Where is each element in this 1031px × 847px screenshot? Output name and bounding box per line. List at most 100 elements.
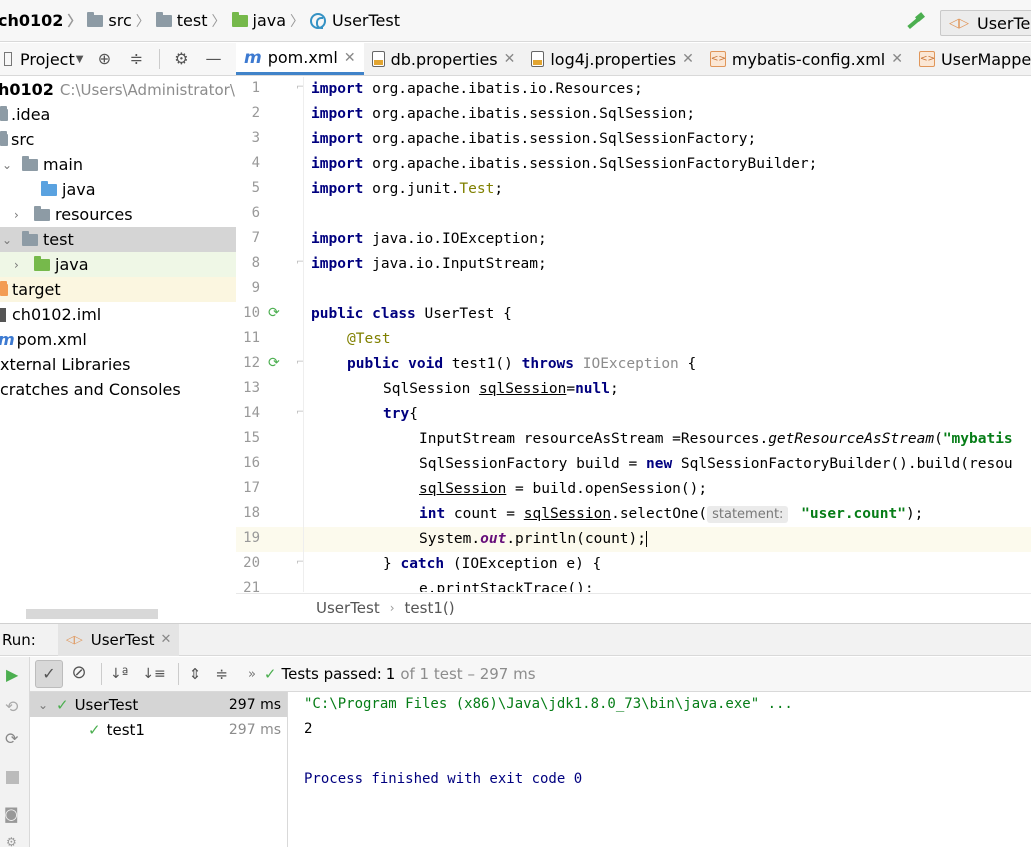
- line-number: 6: [251, 205, 260, 221]
- collapse-all-icon[interactable]: ≑: [127, 50, 145, 68]
- tab-label: log4j.properties: [550, 49, 677, 69]
- rerun-failed-icon[interactable]: ⟲: [5, 697, 18, 716]
- gear-icon[interactable]: ⚙: [172, 50, 190, 68]
- line-number: 11: [243, 330, 260, 346]
- tree-item-scratches[interactable]: cratches and Consoles: [0, 377, 236, 402]
- editor-breadcrumb-class[interactable]: UserTest: [316, 599, 380, 617]
- chevron-down-icon[interactable]: ⌄: [38, 698, 52, 712]
- fold-icon[interactable]: ⌐: [296, 82, 303, 93]
- collapse-all-icon[interactable]: ≑: [215, 665, 228, 683]
- project-view-selector[interactable]: Project: [20, 50, 75, 69]
- code-line: import org.apache.ibatis.session.SqlSess…: [311, 131, 757, 147]
- code-editor[interactable]: import org.apache.ibatis.io.Resources; i…: [304, 77, 1031, 592]
- close-icon[interactable]: ✕: [344, 50, 356, 66]
- line-number: 19: [243, 530, 260, 546]
- code-line: @Test: [347, 331, 391, 347]
- tab-log4j-properties[interactable]: log4j.properties ✕: [523, 43, 701, 75]
- close-icon[interactable]: ✕: [504, 51, 516, 67]
- code-line: import org.apache.ibatis.session.SqlSess…: [311, 156, 818, 172]
- folder-icon: [22, 155, 38, 171]
- tree-item-external-libraries[interactable]: xternal Libraries: [0, 352, 236, 377]
- minimize-icon[interactable]: —: [204, 50, 222, 68]
- tree-item-target[interactable]: target: [0, 277, 236, 302]
- project-tree: h0102 C:\Users\Administrator\Id .idea sr…: [0, 77, 236, 622]
- tree-item-label: pom.xml: [16, 330, 87, 349]
- tree-item-iml[interactable]: ch0102.iml: [0, 302, 236, 327]
- locate-icon[interactable]: ⊕: [95, 50, 113, 68]
- line-number: 10: [243, 305, 260, 321]
- tab-db-properties[interactable]: db.properties ✕: [364, 43, 524, 75]
- toggle-auto-test-icon[interactable]: ⟳: [5, 729, 18, 748]
- tree-item-test[interactable]: ⌄ test: [0, 227, 236, 252]
- horizontal-scrollbar[interactable]: [26, 609, 158, 619]
- fold-icon[interactable]: ⌐: [296, 557, 303, 568]
- breadcrumb-test[interactable]: test 〉: [155, 0, 232, 42]
- code-line: public void test1() throws IOException {: [347, 356, 697, 372]
- more-icon[interactable]: »: [248, 667, 256, 682]
- settings-icon[interactable]: ⚙: [6, 835, 17, 847]
- rerun-icon[interactable]: ▶: [6, 665, 18, 684]
- tree-item-label: resources: [55, 205, 133, 224]
- tree-item-pom[interactable]: m pom.xml: [0, 327, 236, 352]
- line-number: 7: [251, 230, 260, 246]
- console-output[interactable]: "C:\Program Files (x86)\Java\jdk1.8.0_73…: [289, 692, 1031, 847]
- fold-icon[interactable]: ⌐: [296, 407, 303, 418]
- test-name: test1: [106, 720, 145, 739]
- tree-item-resources[interactable]: › resources: [0, 202, 236, 227]
- xml-file-icon: <>: [918, 51, 935, 67]
- breadcrumb-usertest[interactable]: UserTest: [310, 0, 400, 42]
- fold-icon[interactable]: ⌐: [296, 357, 303, 368]
- line-number: 13: [243, 380, 260, 396]
- breadcrumb-project[interactable]: ch0102 〉: [0, 0, 87, 42]
- tree-item-idea[interactable]: .idea: [0, 102, 236, 127]
- tab-usermapper-xml[interactable]: <> UserMapper.x: [911, 43, 1031, 75]
- run-test-icon[interactable]: ⟳: [268, 355, 280, 371]
- tree-item-label: test: [43, 230, 74, 249]
- camera-icon[interactable]: ◙: [4, 805, 19, 823]
- tree-item-main-java[interactable]: java: [0, 177, 236, 202]
- expand-all-icon[interactable]: ⇕: [189, 665, 202, 683]
- show-passed-icon[interactable]: ✓: [35, 660, 63, 688]
- run-test-icon[interactable]: ⟳: [268, 305, 280, 321]
- success-check-icon: ✓: [263, 665, 277, 683]
- stop-icon[interactable]: [6, 771, 19, 784]
- xml-file-icon: <>: [709, 51, 726, 67]
- line-number: 12: [243, 355, 260, 371]
- tab-label: pom.xml: [267, 48, 338, 67]
- sort-by-duration-icon[interactable]: ↓≡: [142, 666, 165, 682]
- tree-item-src[interactable]: src: [0, 127, 236, 152]
- tree-item-main[interactable]: ⌄ main: [0, 152, 236, 177]
- breadcrumb-src[interactable]: src 〉: [87, 0, 155, 42]
- breadcrumb-java[interactable]: java 〉: [231, 0, 311, 42]
- tree-item-test-java[interactable]: › java: [0, 252, 236, 277]
- build-hammer-icon[interactable]: [905, 12, 927, 32]
- test-row-test1[interactable]: ✓ test1 297 ms: [30, 717, 287, 742]
- tab-pom-xml[interactable]: m pom.xml ✕: [236, 43, 364, 75]
- run-panel-header: Run: ◁▷ UserTest ✕: [0, 623, 1031, 656]
- test-row-usertest[interactable]: ⌄ ✓ UserTest 297 ms: [30, 692, 287, 717]
- tab-label: mybatis-config.xml: [731, 49, 886, 69]
- editor-breadcrumb-method[interactable]: test1(): [405, 599, 455, 617]
- run-tab-usertest[interactable]: ◁▷ UserTest ✕: [57, 623, 180, 656]
- line-number: 8: [251, 255, 260, 271]
- sort-alphabetically-icon[interactable]: ↓ª: [110, 666, 128, 682]
- close-icon[interactable]: ✕: [891, 51, 903, 67]
- code-line: try{: [383, 406, 418, 422]
- chevron-right-icon[interactable]: ›: [14, 258, 28, 272]
- breadcrumb-project-label: ch0102: [0, 11, 64, 30]
- show-ignored-icon[interactable]: ⊘: [65, 660, 93, 688]
- tree-root[interactable]: h0102 C:\Users\Administrator\Id: [0, 77, 236, 102]
- test-folder-icon: [231, 11, 248, 27]
- close-icon[interactable]: ✕: [160, 632, 171, 647]
- fold-icon[interactable]: ⌐: [296, 257, 303, 268]
- chevron-down-icon[interactable]: ⌄: [2, 158, 16, 172]
- chevron-down-icon[interactable]: ⌄: [2, 233, 16, 247]
- run-side-toolbar: ▶ ⟲ ⟳ ◙ ⚙: [0, 657, 30, 847]
- properties-file-icon: [371, 51, 385, 67]
- run-configuration-selector[interactable]: ◁▷ UserTest: [940, 10, 1031, 36]
- chevron-right-icon[interactable]: ›: [14, 208, 28, 222]
- chevron-down-icon[interactable]: ▼: [76, 54, 84, 65]
- tab-mybatis-config-xml[interactable]: <> mybatis-config.xml ✕: [702, 43, 911, 75]
- line-number: 20: [243, 555, 260, 571]
- close-icon[interactable]: ✕: [682, 51, 694, 67]
